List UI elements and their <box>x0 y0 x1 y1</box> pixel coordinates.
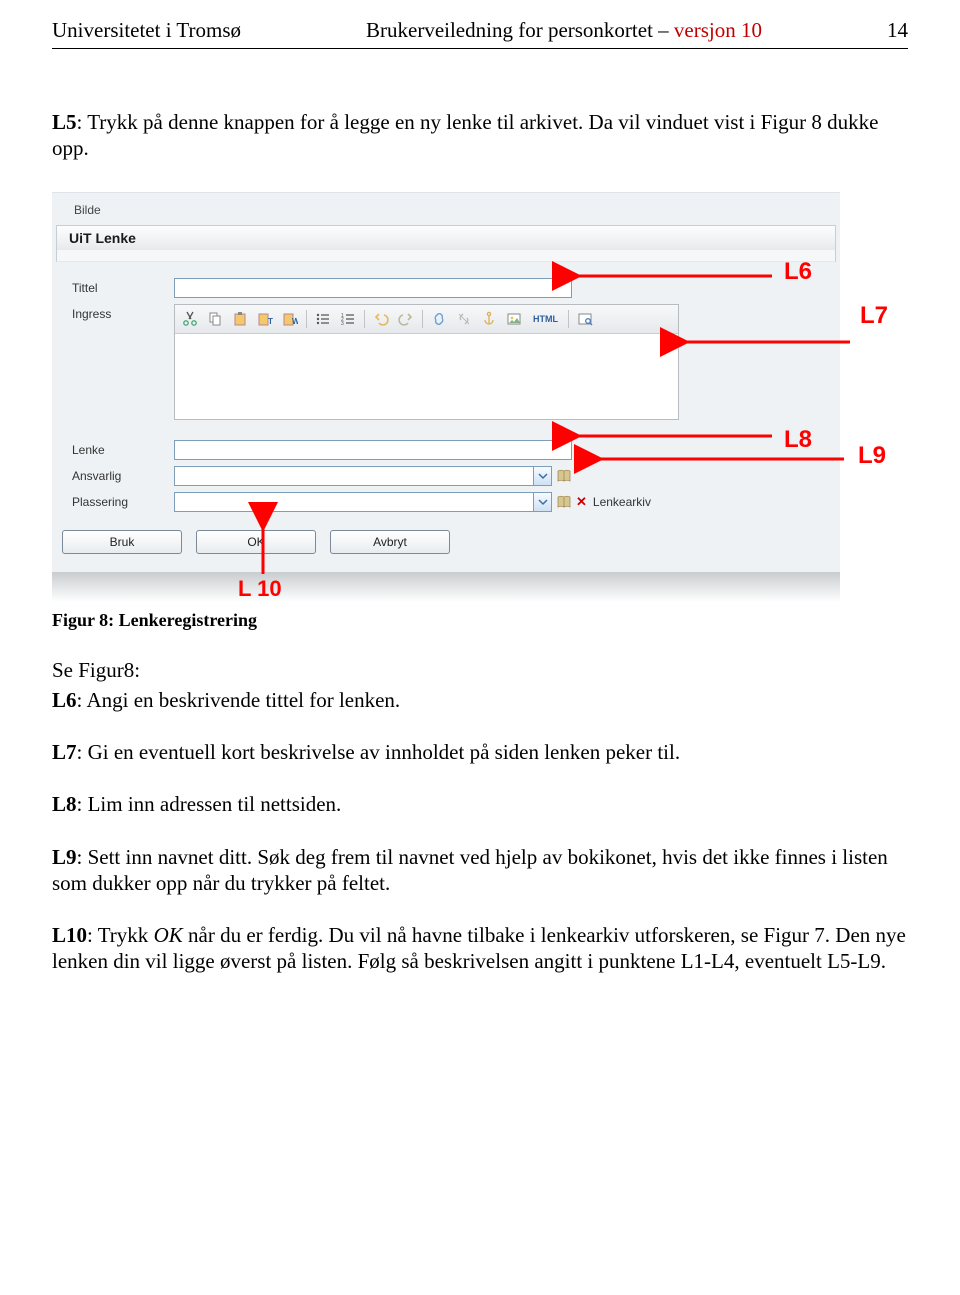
row-tittel: Tittel <box>72 278 830 298</box>
app-window: Bilde UiT Lenke Tittel Ingress T W <box>52 192 840 572</box>
paste-text-icon[interactable]: T <box>254 308 276 330</box>
paste-word-icon[interactable]: W <box>279 308 301 330</box>
panel-title: UiT Lenke <box>56 225 836 250</box>
doc-header: Universitetet i Tromsø Brukerveiledning … <box>52 18 908 46</box>
ansvarlig-combo[interactable] <box>174 466 552 486</box>
link-icon[interactable] <box>428 308 450 330</box>
row-lenke: Lenke <box>72 440 830 460</box>
para-l7: L7: Gi en eventuell kort beskrivelse av … <box>52 739 908 765</box>
toolbar-sep <box>422 310 423 328</box>
bilde-label: Bilde <box>74 203 840 217</box>
header-center-red: versjon 10 <box>674 18 762 42</box>
window-shadow <box>52 572 840 602</box>
avbryt-button[interactable]: Avbryt <box>330 530 450 554</box>
bruk-button[interactable]: Bruk <box>62 530 182 554</box>
redo-icon[interactable] <box>395 308 417 330</box>
header-center-black: Brukerveiledning for personkortet – <box>366 18 674 42</box>
plassering-combo[interactable] <box>174 492 552 512</box>
image-icon[interactable] <box>503 308 525 330</box>
l6-text: : Angi en beskrivende tittel for lenken. <box>77 688 401 712</box>
richtext-editor: T W 123 HTML <box>174 304 679 420</box>
copy-icon[interactable] <box>204 308 226 330</box>
figure-8: Bilde UiT Lenke Tittel Ingress T W <box>52 192 908 631</box>
figure-caption: Figur 8: Lenkeregistrering <box>52 610 908 631</box>
ok-button[interactable]: OK <box>196 530 316 554</box>
l9-label: L9 <box>52 845 77 869</box>
l5-text: : Trykk på denne knappen for å legge en … <box>52 110 878 160</box>
preview-icon[interactable] <box>574 308 596 330</box>
toolbar-sep <box>306 310 307 328</box>
undo-icon[interactable] <box>370 308 392 330</box>
panel-subbar <box>56 250 836 262</box>
book-browse-icon[interactable] <box>556 494 572 510</box>
unlink-icon[interactable] <box>453 308 475 330</box>
l5-label: L5 <box>52 110 77 134</box>
lenkearkiv-label: Lenkearkiv <box>593 495 651 509</box>
l9-text: : Sett inn navnet ditt. Søk deg frem til… <box>52 845 888 895</box>
para-l10: L10: Trykk OK når du er ferdig. Du vil n… <box>52 922 908 975</box>
html-source-icon[interactable]: HTML <box>528 308 563 330</box>
l7-label: L7 <box>52 740 77 764</box>
chevron-down-icon[interactable] <box>533 493 551 511</box>
cut-icon[interactable] <box>179 308 201 330</box>
header-left: Universitetet i Tromsø <box>52 18 241 43</box>
toolbar-sep <box>568 310 569 328</box>
page-number: 14 <box>887 18 908 43</box>
button-row: Bruk OK Avbryt <box>52 524 840 558</box>
para-l6: L6: Angi en beskrivende tittel for lenke… <box>52 687 908 713</box>
para-l5: L5: Trykk på denne knappen for å legge e… <box>52 109 908 162</box>
para-l9: L9: Sett inn navnet ditt. Søk deg frem t… <box>52 844 908 897</box>
label-plassering: Plassering <box>72 492 174 509</box>
l10-label: L10 <box>52 923 87 947</box>
label-ansvarlig: Ansvarlig <box>72 466 174 483</box>
editor-body[interactable] <box>175 334 678 419</box>
bullet-list-icon[interactable] <box>312 308 334 330</box>
l10-ok: OK <box>154 923 183 947</box>
header-center: Brukerveiledning for personkortet – vers… <box>241 18 887 43</box>
paste-icon[interactable] <box>229 308 251 330</box>
label-tittel: Tittel <box>72 278 174 295</box>
label-ingress: Ingress <box>72 304 174 321</box>
header-divider <box>52 48 908 49</box>
svg-text:3: 3 <box>341 321 344 327</box>
svg-text:T: T <box>268 317 273 326</box>
tittel-input[interactable] <box>174 278 572 298</box>
row-plassering: Plassering ✕ Lenkearkiv <box>72 492 830 512</box>
svg-text:W: W <box>292 317 298 326</box>
l8-text: : Lim inn adressen til nettsiden. <box>77 792 342 816</box>
l7-text: : Gi en eventuell kort beskrivelse av in… <box>77 740 681 764</box>
l6-label: L6 <box>52 688 77 712</box>
editor-toolbar: T W 123 HTML <box>175 305 678 334</box>
book-browse-icon[interactable] <box>556 468 572 484</box>
form-area: Tittel Ingress T W 123 <box>52 262 840 524</box>
para-sefigur: Se Figur8: <box>52 657 908 683</box>
toolbar-sep <box>364 310 365 328</box>
lenke-input[interactable] <box>174 440 572 460</box>
l10-text-a: : Trykk <box>87 923 154 947</box>
chevron-down-icon[interactable] <box>533 467 551 485</box>
l8-label: L8 <box>52 792 77 816</box>
row-ingress: Ingress T W 123 <box>72 304 830 420</box>
ann-l9: L9 <box>858 442 886 470</box>
row-ansvarlig: Ansvarlig <box>72 466 830 486</box>
label-lenke: Lenke <box>72 440 174 457</box>
close-icon[interactable]: ✕ <box>576 494 587 510</box>
anchor-icon[interactable] <box>478 308 500 330</box>
para-l8: L8: Lim inn adressen til nettsiden. <box>52 791 908 817</box>
numbered-list-icon[interactable]: 123 <box>337 308 359 330</box>
ann-l7: L7 <box>860 302 888 330</box>
